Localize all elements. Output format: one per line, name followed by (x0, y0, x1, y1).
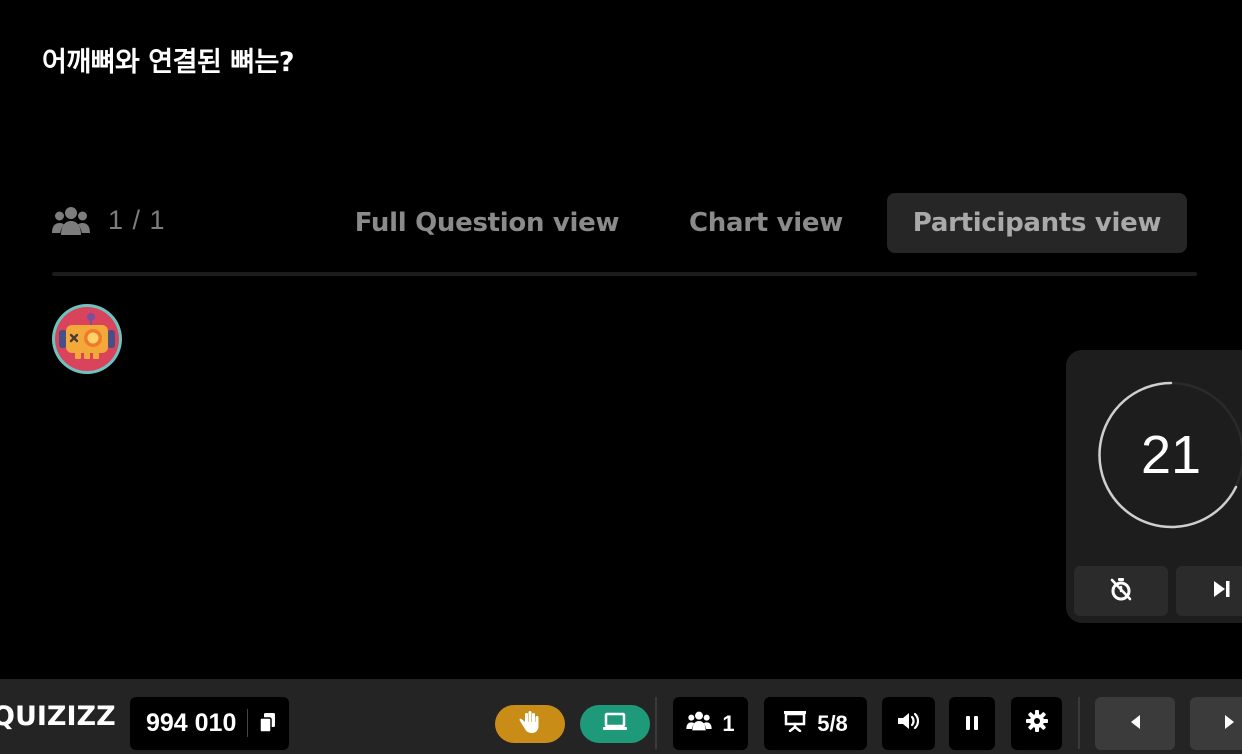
join-code: 994 010 (146, 709, 237, 737)
screen-button[interactable] (580, 705, 650, 743)
previous-button[interactable] (1095, 697, 1175, 750)
timer-off-icon (1109, 577, 1133, 605)
skip-icon (1212, 579, 1232, 603)
raise-hand-button[interactable] (495, 705, 565, 743)
timer-value: 21 (1140, 425, 1202, 485)
screen-icon (603, 712, 627, 736)
timer-panel: 21 (1066, 350, 1242, 623)
robot-avatar-icon (52, 304, 122, 374)
slides-button[interactable]: 5/8 (764, 697, 867, 750)
pause-icon (965, 711, 979, 737)
bar-separator (655, 697, 657, 749)
copy-icon[interactable] (258, 712, 278, 738)
sound-button[interactable] (882, 697, 935, 750)
quizizz-logo: QUIZIZZ (0, 701, 116, 732)
view-bar: 1 / 1 Full Question view Chart view Part… (52, 193, 1197, 255)
players-button[interactable]: 1 (673, 697, 748, 750)
skip-button[interactable] (1176, 566, 1242, 616)
divider (52, 272, 1197, 276)
join-code-box[interactable]: 994 010 (130, 697, 289, 750)
chevron-right-icon (1224, 714, 1236, 734)
chevron-left-icon (1129, 714, 1141, 734)
pause-button[interactable] (949, 697, 995, 750)
tab-full-question-view[interactable]: Full Question view (332, 193, 642, 253)
question-title: 어깨뼈와 연결된 뼈는? (42, 47, 295, 78)
bottom-bar: QUIZIZZ 994 010 1 5/8 (0, 679, 1242, 754)
tab-chart-view[interactable]: Chart view (664, 193, 868, 253)
hand-icon (519, 710, 541, 738)
volume-icon (897, 711, 921, 737)
tab-participants-view[interactable]: Participants view (887, 193, 1187, 253)
code-separator (247, 709, 248, 737)
timer-off-button[interactable] (1074, 566, 1168, 616)
gear-icon (1025, 709, 1048, 738)
participant-count-text: 1 / 1 (108, 205, 166, 235)
users-icon (686, 711, 713, 737)
slide-progress: 5/8 (817, 710, 848, 736)
bar-separator (1078, 697, 1080, 749)
player-count: 1 (722, 710, 735, 736)
presentation-icon (783, 710, 807, 738)
settings-button[interactable] (1011, 697, 1062, 750)
users-icon (52, 206, 90, 236)
next-button[interactable] (1190, 697, 1242, 750)
participant-avatar[interactable] (51, 303, 123, 375)
participant-count: 1 / 1 (52, 205, 166, 236)
